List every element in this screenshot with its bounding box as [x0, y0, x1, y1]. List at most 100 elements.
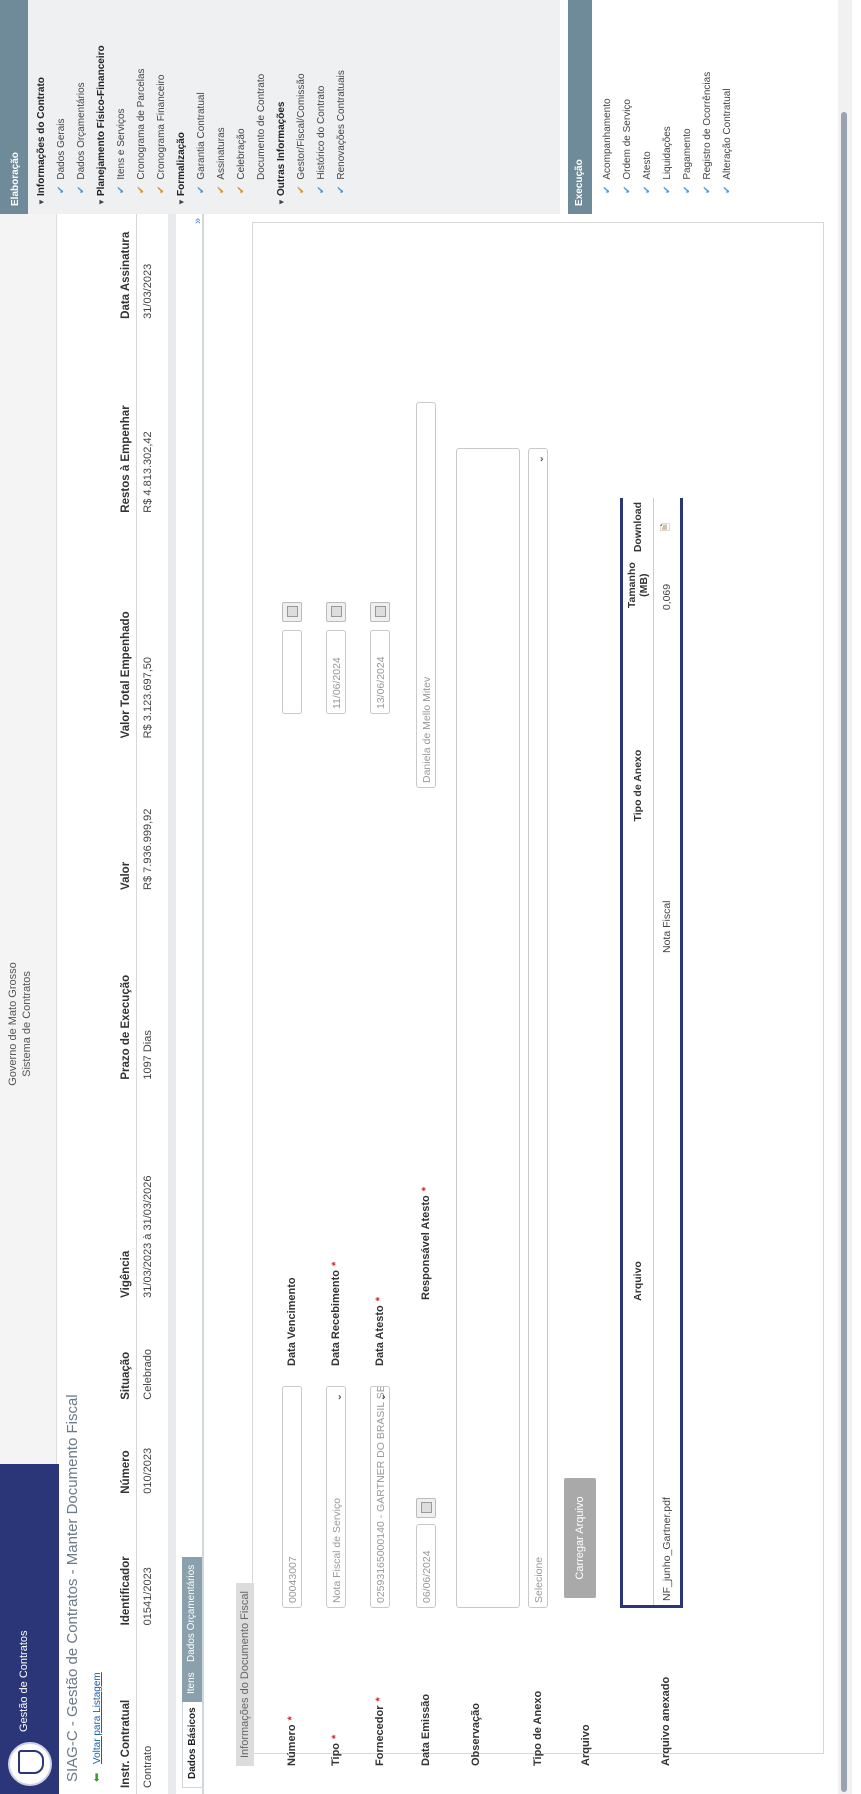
sidebar-item[interactable]: ▼ Planejamento Físico-Financeiro	[92, 45, 112, 206]
data-recebimento-input[interactable]: 11/06/2024	[326, 630, 346, 714]
data-vencimento-input[interactable]	[282, 630, 302, 714]
data-atesto-label: Data Atesto*	[374, 1297, 386, 1366]
summary-cell: Celebrado	[142, 1348, 154, 1400]
calendar-icon[interactable]	[282, 602, 302, 622]
back-to-list-link[interactable]: Voltar para Listagem	[92, 1672, 103, 1764]
observacao-textarea[interactable]	[456, 448, 520, 1608]
sidebar-item[interactable]: ✔ Pagamento	[678, 72, 698, 206]
expand-triangle-icon: ▼	[177, 198, 186, 206]
numero-input[interactable]: 00043007	[282, 1386, 302, 1608]
sidebar-execucao-list: ✔Acompanhamento ✔Ordem de Serviço ✔Atesto ✔…	[598, 72, 738, 206]
summary-header: Prazo de Execução	[114, 895, 137, 1086]
check-icon: ✔	[336, 185, 347, 194]
sidebar-item-label: Renovações Contratuais	[336, 70, 347, 180]
check-icon: ✔	[236, 185, 247, 194]
sidebar-item[interactable]: ✔ Renovações Contratuais	[332, 45, 352, 206]
sidebar-item[interactable]: ✔ Alteração Contratual	[718, 72, 738, 206]
sidebar-item[interactable]: ✔ Itens e Serviços	[112, 45, 132, 206]
brand-label: Gestão de Contratos	[18, 1630, 30, 1732]
sidebar-item[interactable]: ✔ Dados Orçamentários	[72, 45, 92, 206]
sidebar-item[interactable]: ✔ Garantia Contratual	[192, 45, 212, 206]
check-icon: ✔	[642, 185, 653, 194]
sidebar-item-label: Itens e Serviços	[116, 108, 127, 180]
sidebar-item[interactable]: ✔ Dados Gerais	[52, 45, 72, 206]
tipo-anexo-select[interactable]: Selecione ⌄	[528, 448, 548, 1608]
sidebar-item[interactable]: ✔ Liquidações	[658, 72, 678, 206]
summary-cell: R$ 4.813.302,42	[142, 431, 154, 513]
contract-summary-table: Instr. Contratual Identificador Número Situ…	[114, 0, 159, 1794]
summary-cell: 010/2023	[142, 1447, 154, 1494]
sidebar-item[interactable]: ✔ Acompanhamento	[598, 72, 618, 206]
summary-header: Número	[114, 1405, 137, 1500]
sidebar-item[interactable]: ✔ Histórico do Contrato	[312, 45, 332, 206]
sidebar-item[interactable]: ✔ Cronograma Financeiro	[152, 45, 172, 206]
data-emissao-input[interactable]: 06/06/2024	[416, 1524, 436, 1608]
calendar-icon[interactable]	[326, 602, 346, 622]
sidebar-item-label: Liquidações	[662, 126, 673, 180]
check-icon: ✔	[56, 185, 67, 194]
check-icon: ✔	[316, 185, 327, 194]
sidebar-item-label: Outras Informações	[276, 101, 287, 196]
observacao-label: Observação	[470, 1703, 482, 1766]
carregar-arquivo-button[interactable]: Carregar Arquivo	[564, 1478, 596, 1598]
sidebar-item-label: Cronograma Financeiro	[156, 74, 167, 180]
sidebar-item-label: Gestor/Fiscal/Comissão	[296, 73, 307, 180]
sidebar-item[interactable]: ▼ Outras Informações	[272, 45, 292, 206]
summary-header: Restos à Empenhar	[114, 324, 137, 519]
summary-cell: 01541/2023	[142, 1567, 154, 1626]
check-icon: ✔	[136, 185, 147, 194]
summary-header: Valor Total Empenhado	[114, 518, 137, 745]
tipo-select[interactable]: Nota Fiscal de Serviço ⌄	[326, 1386, 346, 1608]
sidebar-execucao-header[interactable]: Execução	[568, 0, 592, 214]
check-icon: ✔	[722, 185, 733, 194]
check-icon: ✔	[662, 185, 673, 194]
sidebar-item[interactable]: ✔ Assinaturas	[212, 45, 232, 206]
attachments-table: Arquivo Tipo de Anexo Tamanho (MB) Downl…	[620, 498, 683, 1608]
sidebar-item[interactable]: ✔ Cronograma de Parcelas	[132, 45, 152, 206]
collapse-panel-icon[interactable]: »	[192, 218, 204, 224]
sidebar-item[interactable]: ✔ Ordem de Serviço	[618, 72, 638, 206]
sidebar-item[interactable]: ✔ Gestor/Fiscal/Comissão	[292, 45, 312, 206]
check-icon: ✔	[296, 185, 307, 194]
sidebar-item-label: Informações do Contrato	[36, 77, 47, 196]
calendar-icon[interactable]	[416, 1498, 436, 1518]
sidebar-item[interactable]: ✔ Registro de Ocorrências	[698, 72, 718, 206]
sidebar-elaboracao-header[interactable]: Elaboração	[4, 0, 28, 214]
scrollbar-thumb[interactable]	[841, 112, 847, 1792]
arquivo-label: Arquivo	[580, 1724, 592, 1766]
tab-dados-orcamentarios[interactable]: Dados Orçamentários	[182, 1556, 202, 1670]
col-tipo-anexo: Tipo de Anexo	[621, 614, 654, 957]
sidebar-item-label: Histórico do Contrato	[316, 85, 327, 180]
col-arquivo: Arquivo	[621, 957, 654, 1607]
responsavel-atesto-input[interactable]: Daniela de Mello Mitev	[416, 402, 436, 788]
tab-dados-basicos[interactable]: Dados Básicos	[182, 1698, 203, 1788]
fieldset-legend: Informações do Documento Fiscal	[236, 1583, 254, 1766]
cell-arquivo: NF_junho_Gartner.pdf	[653, 957, 682, 1607]
expand-triangle-icon: ▼	[277, 198, 286, 206]
calendar-icon[interactable]	[370, 602, 390, 622]
sidebar-item-label: Cronograma de Parcelas	[136, 68, 147, 180]
data-emissao-label: Data Emissão	[420, 1693, 432, 1766]
separator	[168, 0, 176, 1794]
sidebar-item[interactable]: ✔ Celebração	[232, 45, 252, 206]
sidebar-item[interactable]: ▼ Formalização	[172, 45, 192, 206]
check-icon: ✔	[156, 185, 167, 194]
sidebar-item[interactable]: Documento de Contrato	[252, 45, 272, 206]
sidebar-item[interactable]: ✔ Atesto	[638, 72, 658, 206]
cell-tipo: Nota Fiscal	[661, 900, 673, 953]
summary-cell: 1097 Dias	[142, 1030, 154, 1080]
data-atesto-input[interactable]: 13/06/2024	[370, 630, 390, 714]
summary-header: Situação	[114, 1303, 137, 1406]
gov-line2: Sistema de Contratos	[21, 971, 33, 1077]
sidebar-item-label: Ordem de Serviço	[622, 99, 633, 180]
chevron-down-icon: ⌄	[333, 1393, 344, 1402]
sidebar-item-label: Registro de Ocorrências	[702, 71, 713, 180]
download-icon[interactable]: 🗎	[654, 498, 682, 556]
sidebar-item-label: Documento de Contrato	[256, 73, 267, 180]
check-icon: ✔	[622, 185, 633, 194]
chevron-down-icon: ⌄	[377, 1393, 388, 1402]
sidebar-item[interactable]: ▼ Informações do Contrato	[32, 45, 52, 206]
summary-cell: R$ 3.123.697,50	[142, 656, 154, 739]
responsavel-atesto-label: Responsável Atesto*	[420, 1186, 432, 1300]
fornecedor-select[interactable]: 02593165000140 - GARTNER DO BRASIL SERVI…	[370, 1386, 390, 1608]
